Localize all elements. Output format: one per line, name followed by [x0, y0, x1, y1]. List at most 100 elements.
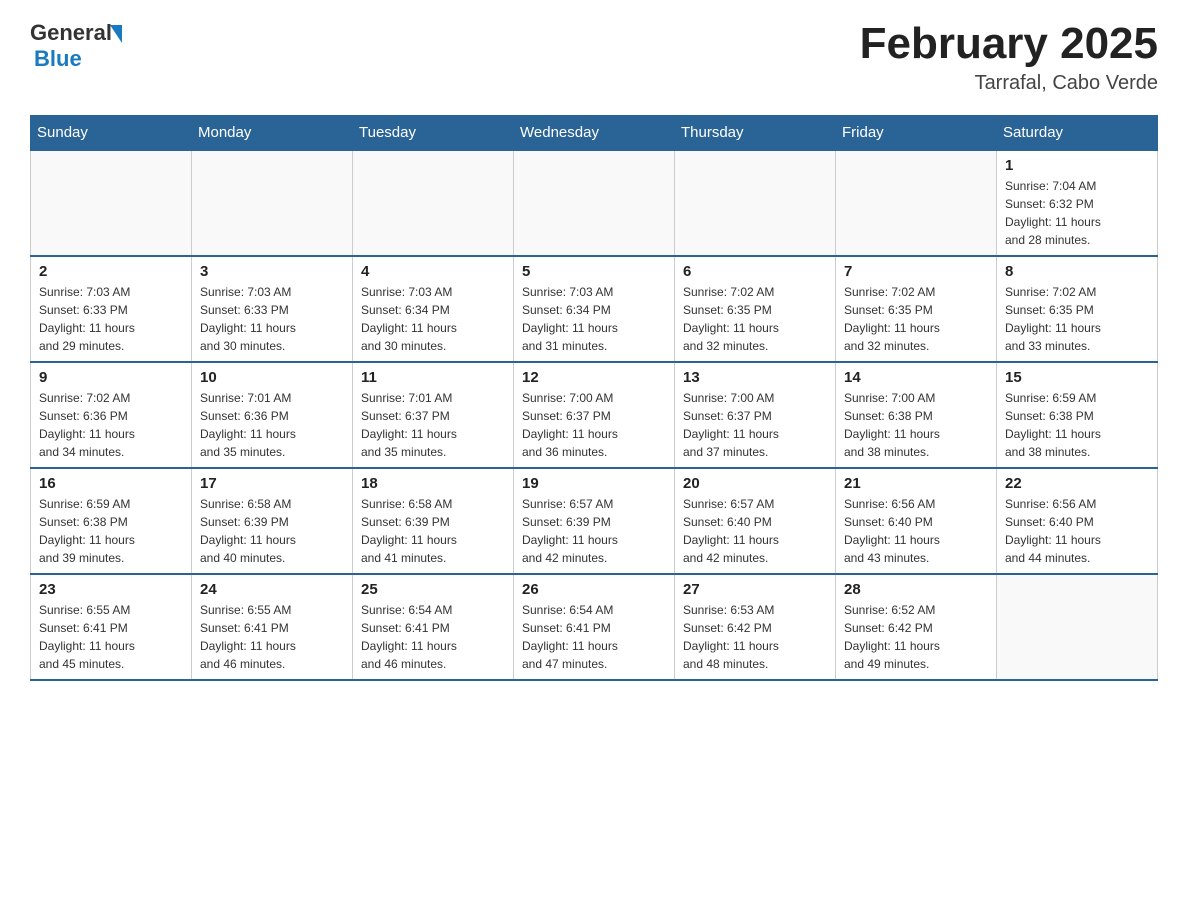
header-monday: Monday — [192, 116, 353, 151]
day-number: 23 — [39, 581, 183, 598]
location-title: Tarrafal, Cabo Verde — [860, 72, 1158, 95]
week-row-1: 2 Sunrise: 7:03 AM Sunset: 6:33 PM Daylig… — [31, 256, 1158, 362]
day-number: 25 — [361, 581, 505, 598]
week-row-3: 16Sunrise: 6:59 AM Sunset: 6:38 PM Dayli… — [31, 468, 1158, 574]
calendar-cell: 20 Sunrise: 6:57 AM Sunset: 6:40 PM Dayli… — [675, 468, 836, 574]
logo-arrow-icon — [110, 25, 122, 43]
day-number: 13 — [683, 369, 827, 386]
day-info: Sunrise: 7:02 AM Sunset: 6:35 PM Dayligh… — [683, 283, 827, 355]
calendar-cell: 5 Sunrise: 7:03 AM Sunset: 6:34 PM Daylig… — [514, 256, 675, 362]
day-info: Sunrise: 6:56 AM Sunset: 6:40 PM Dayligh… — [1005, 495, 1149, 567]
header-friday: Friday — [836, 116, 997, 151]
day-info: Sunrise: 6:56 AM Sunset: 6:40 PM Dayligh… — [844, 495, 988, 567]
calendar-cell — [514, 150, 675, 256]
calendar-cell — [31, 150, 192, 256]
calendar-cell — [997, 574, 1158, 680]
calendar-cell: 1 Sunrise: 7:04 AM Sunset: 6:32 PM Daylig… — [997, 150, 1158, 256]
calendar-cell: 11 Sunrise: 7:01 AM Sunset: 6:37 PM Dayli… — [353, 362, 514, 468]
month-title: February 2025 — [860, 20, 1158, 68]
calendar-cell: 24 Sunrise: 6:55 AM Sunset: 6:41 PM Dayli… — [192, 574, 353, 680]
day-number: 16 — [39, 475, 183, 492]
day-number: 11 — [361, 369, 505, 386]
day-number: 17 — [200, 475, 344, 492]
calendar-cell: 15Sunrise: 6:59 AM Sunset: 6:38 PM Dayli… — [997, 362, 1158, 468]
day-info: Sunrise: 7:03 AM Sunset: 6:34 PM Dayligh… — [522, 283, 666, 355]
day-number: 19 — [522, 475, 666, 492]
logo: General Blue — [30, 20, 122, 72]
day-number: 15 — [1005, 369, 1149, 386]
day-info: Sunrise: 6:58 AM Sunset: 6:39 PM Dayligh… — [361, 495, 505, 567]
day-info: Sunrise: 6:57 AM Sunset: 6:40 PM Dayligh… — [683, 495, 827, 567]
calendar-cell: 22Sunrise: 6:56 AM Sunset: 6:40 PM Dayli… — [997, 468, 1158, 574]
calendar-cell: 8 Sunrise: 7:02 AM Sunset: 6:35 PM Daylig… — [997, 256, 1158, 362]
day-info: Sunrise: 7:01 AM Sunset: 6:36 PM Dayligh… — [200, 389, 344, 461]
day-number: 5 — [522, 263, 666, 280]
day-number: 1 — [1005, 157, 1149, 174]
day-number: 28 — [844, 581, 988, 598]
day-info: Sunrise: 7:00 AM Sunset: 6:38 PM Dayligh… — [844, 389, 988, 461]
calendar-cell: 2 Sunrise: 7:03 AM Sunset: 6:33 PM Daylig… — [31, 256, 192, 362]
header-thursday: Thursday — [675, 116, 836, 151]
calendar-cell — [675, 150, 836, 256]
day-number: 10 — [200, 369, 344, 386]
day-info: Sunrise: 6:52 AM Sunset: 6:42 PM Dayligh… — [844, 601, 988, 673]
day-number: 2 — [39, 263, 183, 280]
logo-line1: General — [30, 20, 122, 46]
day-info: Sunrise: 7:00 AM Sunset: 6:37 PM Dayligh… — [522, 389, 666, 461]
title-section: February 2025 Tarrafal, Cabo Verde — [860, 20, 1158, 95]
calendar-cell — [192, 150, 353, 256]
day-info: Sunrise: 7:02 AM Sunset: 6:35 PM Dayligh… — [1005, 283, 1149, 355]
day-info: Sunrise: 7:00 AM Sunset: 6:37 PM Dayligh… — [683, 389, 827, 461]
week-row-2: 9 Sunrise: 7:02 AM Sunset: 6:36 PM Daylig… — [31, 362, 1158, 468]
day-info: Sunrise: 7:01 AM Sunset: 6:37 PM Dayligh… — [361, 389, 505, 461]
calendar-cell: 21Sunrise: 6:56 AM Sunset: 6:40 PM Dayli… — [836, 468, 997, 574]
calendar-cell — [836, 150, 997, 256]
page-header: General Blue February 2025 Tarrafal, Cab… — [30, 20, 1158, 95]
day-info: Sunrise: 7:02 AM Sunset: 6:35 PM Dayligh… — [844, 283, 988, 355]
calendar-cell: 7 Sunrise: 7:02 AM Sunset: 6:35 PM Daylig… — [836, 256, 997, 362]
logo-blue-text: Blue — [34, 46, 82, 71]
calendar-cell: 13 Sunrise: 7:00 AM Sunset: 6:37 PM Dayli… — [675, 362, 836, 468]
day-info: Sunrise: 6:55 AM Sunset: 6:41 PM Dayligh… — [39, 601, 183, 673]
calendar-cell: 3 Sunrise: 7:03 AM Sunset: 6:33 PM Daylig… — [192, 256, 353, 362]
day-number: 9 — [39, 369, 183, 386]
day-info: Sunrise: 7:03 AM Sunset: 6:33 PM Dayligh… — [39, 283, 183, 355]
day-number: 3 — [200, 263, 344, 280]
day-number: 12 — [522, 369, 666, 386]
day-info: Sunrise: 7:03 AM Sunset: 6:33 PM Dayligh… — [200, 283, 344, 355]
calendar-cell: 12 Sunrise: 7:00 AM Sunset: 6:37 PM Dayli… — [514, 362, 675, 468]
day-info: Sunrise: 6:54 AM Sunset: 6:41 PM Dayligh… — [522, 601, 666, 673]
day-info: Sunrise: 6:57 AM Sunset: 6:39 PM Dayligh… — [522, 495, 666, 567]
header-sunday: Sunday — [31, 116, 192, 151]
day-number: 6 — [683, 263, 827, 280]
day-number: 8 — [1005, 263, 1149, 280]
day-info: Sunrise: 7:04 AM Sunset: 6:32 PM Dayligh… — [1005, 177, 1149, 249]
day-number: 20 — [683, 475, 827, 492]
header-tuesday: Tuesday — [353, 116, 514, 151]
calendar-cell: 14 Sunrise: 7:00 AM Sunset: 6:38 PM Dayli… — [836, 362, 997, 468]
day-info: Sunrise: 6:54 AM Sunset: 6:41 PM Dayligh… — [361, 601, 505, 673]
week-row-0: 1 Sunrise: 7:04 AM Sunset: 6:32 PM Daylig… — [31, 150, 1158, 256]
day-number: 27 — [683, 581, 827, 598]
header-saturday: Saturday — [997, 116, 1158, 151]
calendar-cell: 23 Sunrise: 6:55 AM Sunset: 6:41 PM Dayli… — [31, 574, 192, 680]
calendar-header-row: SundayMondayTuesdayWednesdayThursdayFrid… — [31, 116, 1158, 151]
calendar-cell: 25 Sunrise: 6:54 AM Sunset: 6:41 PM Dayli… — [353, 574, 514, 680]
day-number: 7 — [844, 263, 988, 280]
day-number: 24 — [200, 581, 344, 598]
week-row-4: 23 Sunrise: 6:55 AM Sunset: 6:41 PM Dayli… — [31, 574, 1158, 680]
header-wednesday: Wednesday — [514, 116, 675, 151]
calendar-cell — [353, 150, 514, 256]
day-number: 26 — [522, 581, 666, 598]
day-info: Sunrise: 6:55 AM Sunset: 6:41 PM Dayligh… — [200, 601, 344, 673]
calendar-cell: 19 Sunrise: 6:57 AM Sunset: 6:39 PM Dayli… — [514, 468, 675, 574]
calendar-cell: 27Sunrise: 6:53 AM Sunset: 6:42 PM Dayli… — [675, 574, 836, 680]
calendar-cell: 4Sunrise: 7:03 AM Sunset: 6:34 PM Daylig… — [353, 256, 514, 362]
calendar-cell: 26 Sunrise: 6:54 AM Sunset: 6:41 PM Dayli… — [514, 574, 675, 680]
calendar-cell: 17Sunrise: 6:58 AM Sunset: 6:39 PM Dayli… — [192, 468, 353, 574]
day-number: 18 — [361, 475, 505, 492]
calendar-cell: 6 Sunrise: 7:02 AM Sunset: 6:35 PM Daylig… — [675, 256, 836, 362]
day-info: Sunrise: 7:02 AM Sunset: 6:36 PM Dayligh… — [39, 389, 183, 461]
day-number: 14 — [844, 369, 988, 386]
calendar-cell: 28 Sunrise: 6:52 AM Sunset: 6:42 PM Dayli… — [836, 574, 997, 680]
